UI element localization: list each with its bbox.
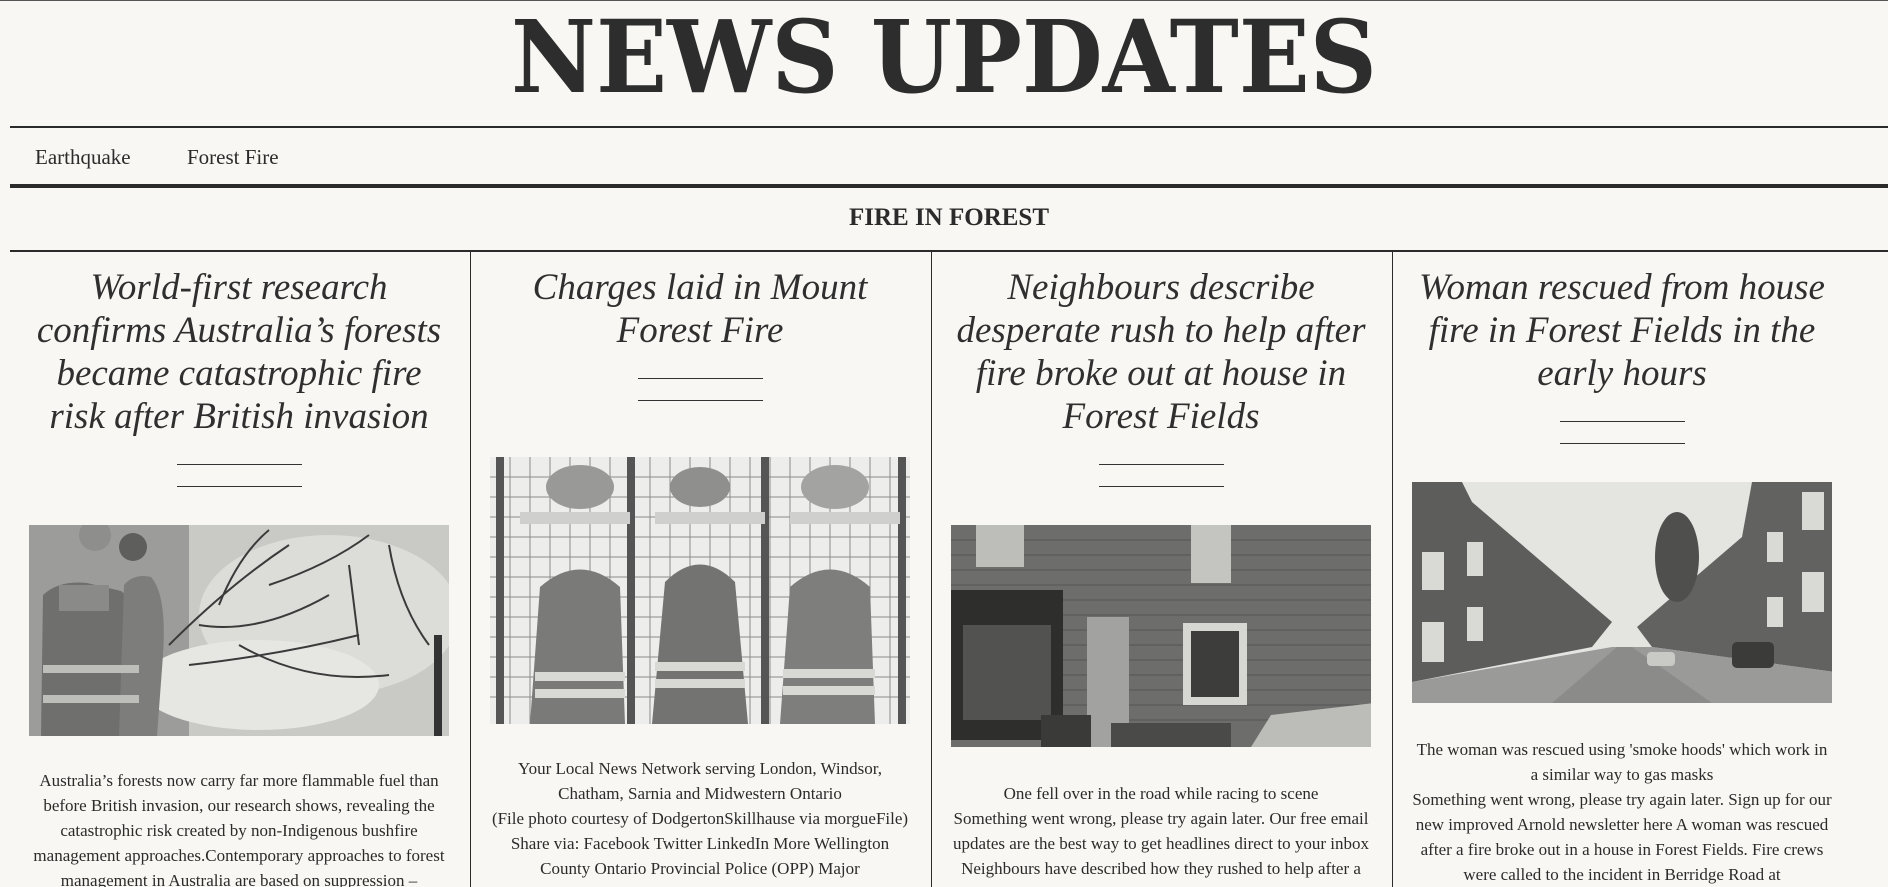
headline-separator bbox=[1559, 421, 1685, 444]
article-card: Neighbours describe desperate rush to he… bbox=[951, 252, 1371, 887]
category-nav: Earthquake Forest Fire bbox=[10, 128, 1888, 184]
column-divider bbox=[470, 252, 471, 887]
article-headline[interactable]: Charges laid in Mount Forest Fire bbox=[490, 266, 910, 352]
article-summary: Your Local News Network serving London, … bbox=[491, 759, 909, 878]
section-title: FIRE IN FOREST bbox=[848, 204, 1050, 231]
headline-separator bbox=[637, 378, 763, 401]
article-card: World-first research confirms Australia’… bbox=[29, 252, 449, 887]
nav-link-forest-fire[interactable]: Forest Fire bbox=[187, 145, 279, 170]
headline-separator bbox=[176, 464, 302, 487]
article-summary: The woman was rescued using 'smoke hoods… bbox=[1412, 740, 1832, 884]
headline-separator bbox=[1098, 464, 1224, 487]
article-image-street[interactable] bbox=[1412, 482, 1832, 703]
nav-link-earthquake[interactable]: Earthquake bbox=[35, 145, 131, 170]
site-title: NEWS UPDATES bbox=[511, 0, 1377, 116]
article-summary: Australia’s forests now carry far more f… bbox=[33, 771, 445, 887]
article-card: Charges laid in Mount Forest Fire Your L… bbox=[490, 252, 910, 887]
masthead: NEWS UPDATES bbox=[0, 0, 1888, 126]
section-header: FIRE IN FOREST bbox=[10, 188, 1888, 250]
column-divider bbox=[1392, 252, 1393, 887]
article-card: Woman rescued from house fire in Forest … bbox=[1412, 252, 1832, 887]
column-divider bbox=[931, 252, 932, 887]
article-headline[interactable]: Neighbours describe desperate rush to he… bbox=[951, 266, 1371, 438]
article-image-house[interactable] bbox=[951, 525, 1371, 747]
article-headline[interactable]: World-first research confirms Australia’… bbox=[29, 266, 449, 438]
article-image-bushfire[interactable] bbox=[29, 525, 449, 736]
article-headline[interactable]: Woman rescued from house fire in Forest … bbox=[1412, 266, 1832, 395]
article-summary: One fell over in the road while racing t… bbox=[953, 784, 1369, 887]
article-image-firefighter-coats[interactable] bbox=[490, 457, 910, 724]
